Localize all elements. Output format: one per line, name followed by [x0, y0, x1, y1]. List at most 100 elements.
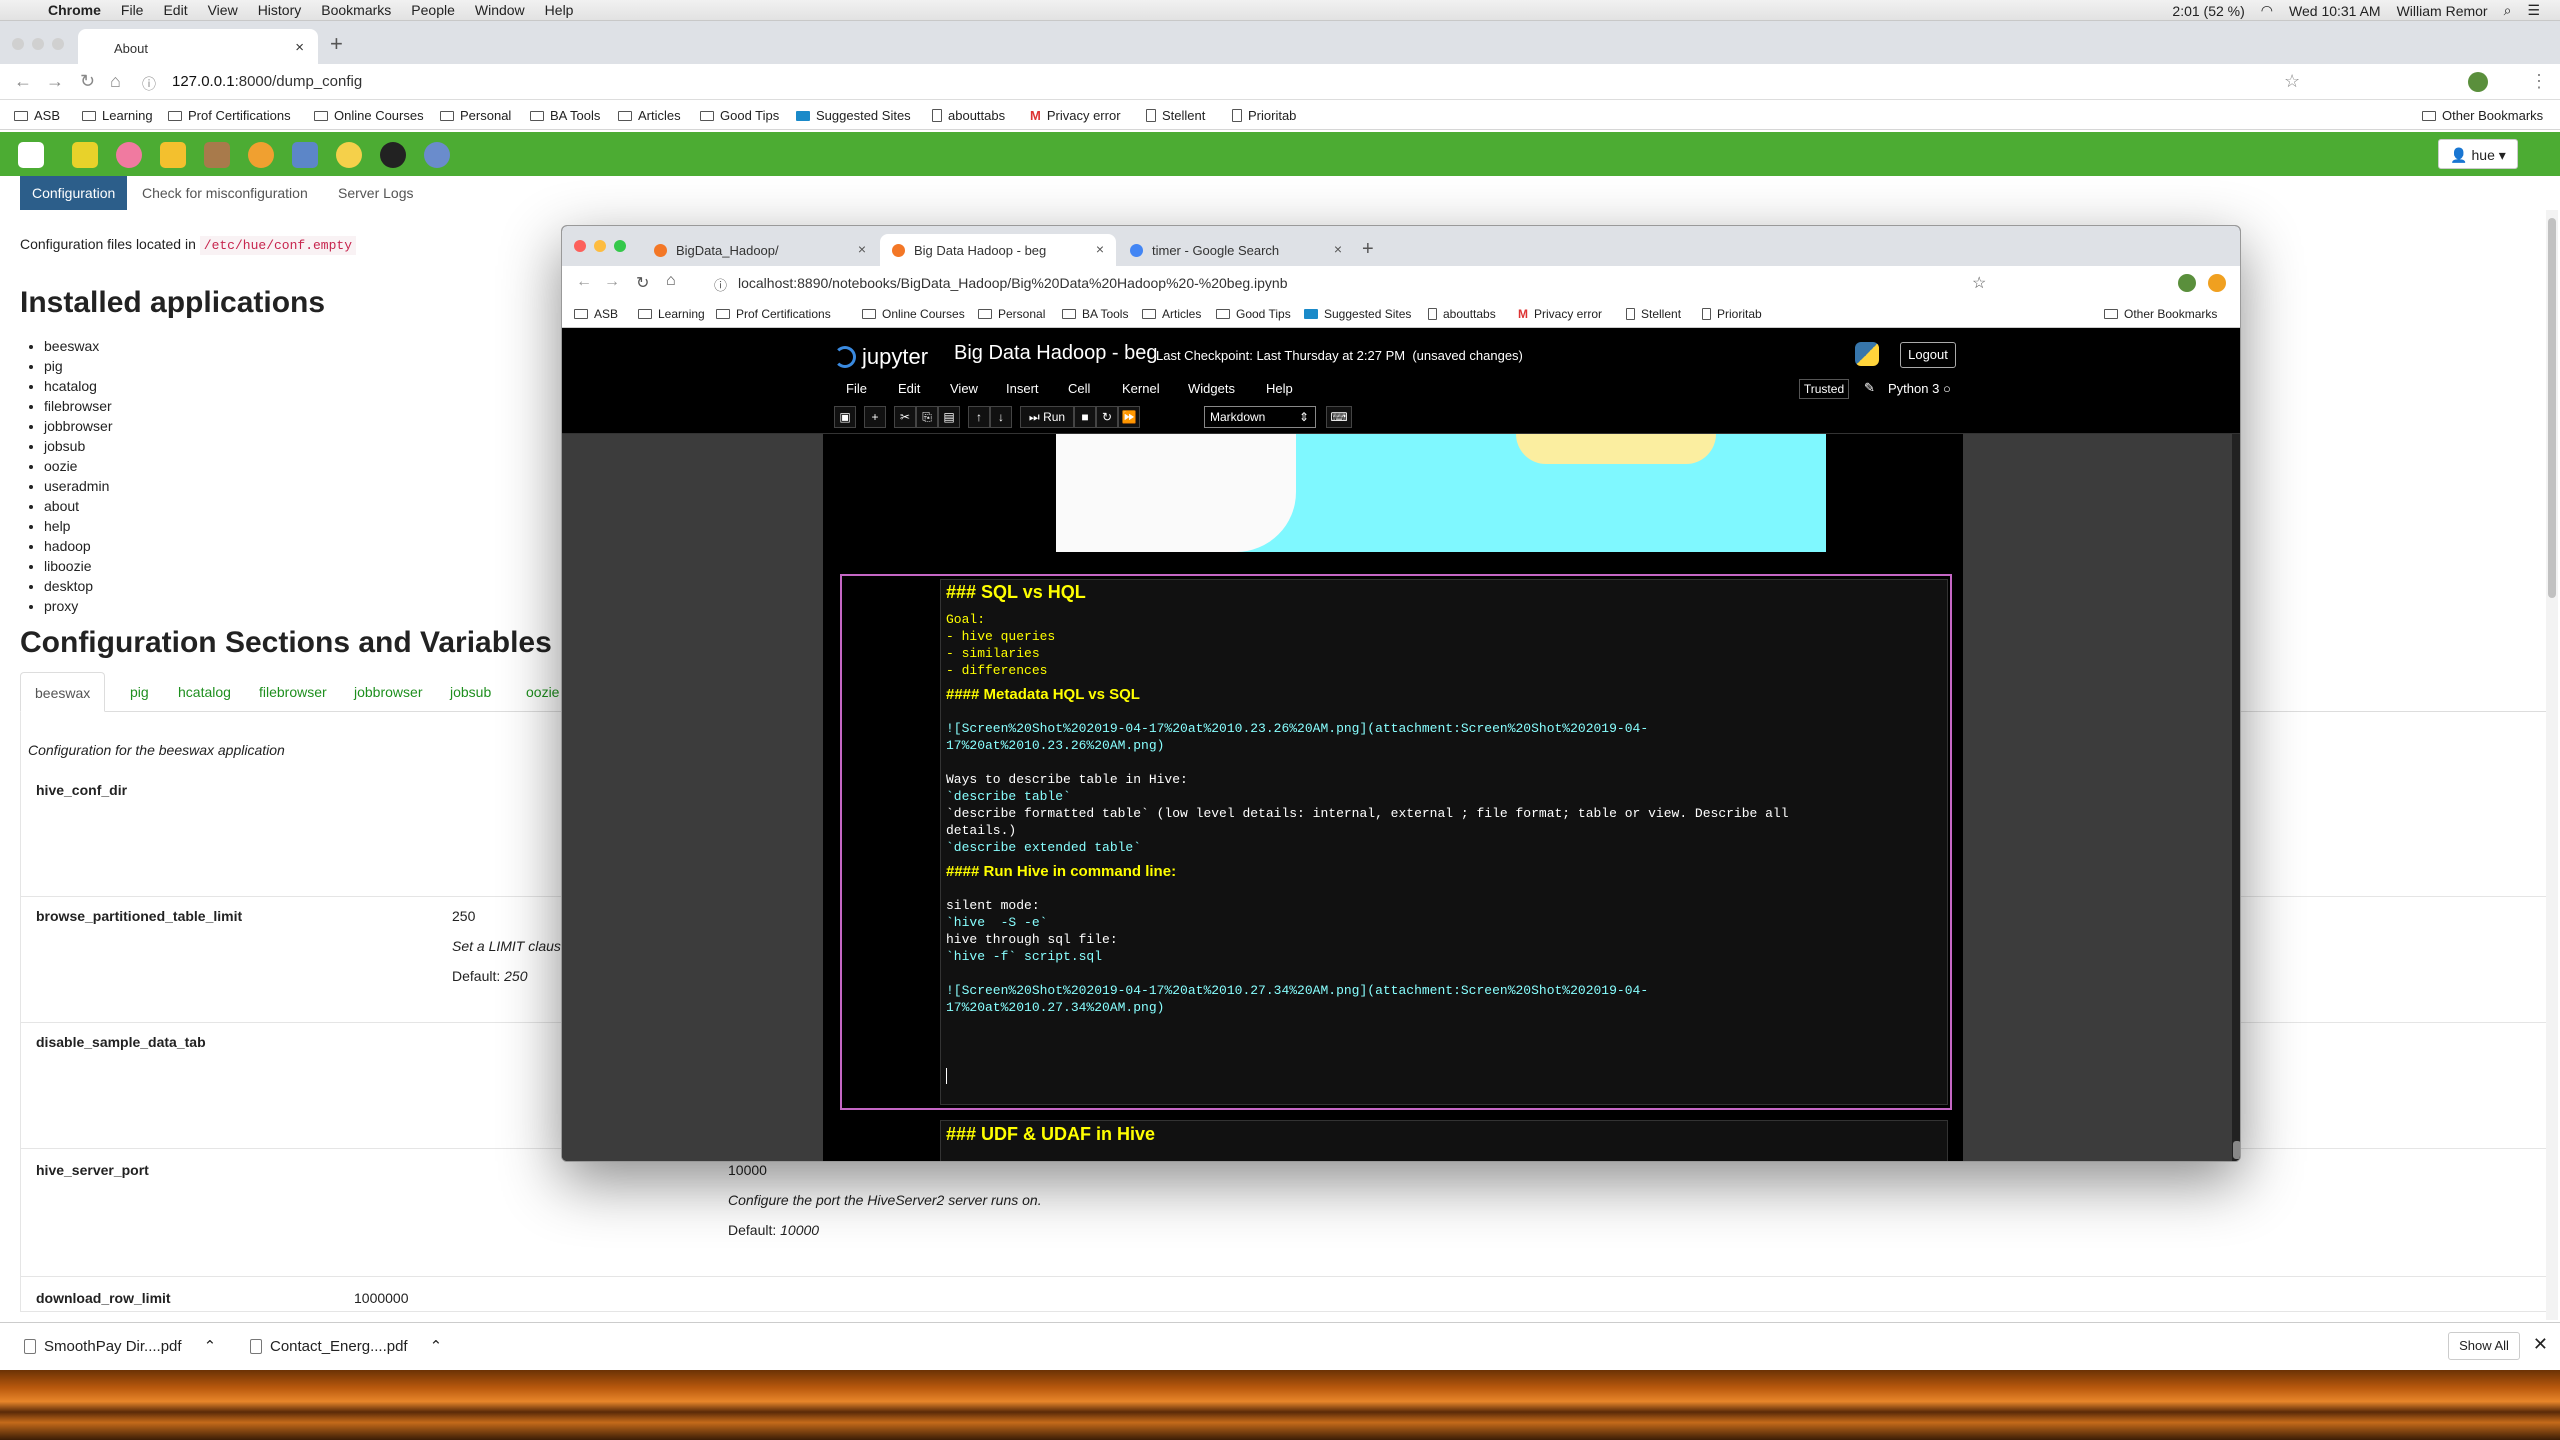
clock[interactable]: Wed 10:31 AM: [2289, 3, 2381, 19]
download-item[interactable]: SmoothPay Dir....pdf ⌃: [24, 1337, 216, 1355]
useradmin-icon[interactable]: [380, 142, 406, 168]
page-scrollbar[interactable]: [2546, 210, 2558, 1320]
download-item[interactable]: Contact_Energ....pdf ⌃: [250, 1337, 442, 1355]
jupyter-menu-widgets[interactable]: Widgets: [1188, 381, 1235, 396]
address-bar[interactable]: 127.0.0.1:8000/dump_config: [172, 73, 362, 90]
cut-icon[interactable]: ✂: [894, 406, 916, 428]
tab-hcatalog[interactable]: hcatalog: [164, 672, 245, 712]
info-icon[interactable]: ⓘ: [142, 74, 156, 94]
bookmark-item[interactable]: Stellent: [1626, 307, 1681, 321]
spotlight-search-icon[interactable]: ⌕: [2504, 2, 2512, 19]
restart-icon[interactable]: ↻: [1096, 406, 1118, 428]
paste-icon[interactable]: ▤: [938, 406, 960, 428]
bookmark-item[interactable]: abouttabs: [932, 108, 1005, 123]
close-tab-icon[interactable]: ×: [295, 39, 304, 56]
scrollbar-thumb[interactable]: [2233, 1141, 2240, 1159]
run-button[interactable]: ⏭ Run: [1020, 406, 1074, 428]
home-icon[interactable]: ⌂: [110, 71, 121, 92]
filebrowser-icon[interactable]: [204, 142, 230, 168]
bookmark-item[interactable]: M Privacy error: [1030, 108, 1121, 123]
jupyter-menu-file[interactable]: File: [846, 381, 867, 396]
bookmark-item[interactable]: Good Tips: [700, 108, 779, 123]
beeswax-icon[interactable]: [72, 142, 98, 168]
hue-home-icon[interactable]: [18, 142, 44, 168]
jupyter-menu-help[interactable]: Help: [1266, 381, 1293, 396]
menu-help[interactable]: Help: [545, 2, 574, 18]
bookmark-item[interactable]: Good Tips: [1216, 307, 1291, 321]
close-window-icon[interactable]: [574, 240, 586, 252]
menu-file[interactable]: File: [121, 2, 144, 18]
back-icon[interactable]: ←: [14, 71, 32, 92]
insert-cell-icon[interactable]: +: [864, 406, 886, 428]
pig-icon[interactable]: [116, 142, 142, 168]
tab-beeswax[interactable]: beeswax: [20, 672, 106, 712]
menu-app[interactable]: Chrome: [48, 2, 101, 18]
bookmark-item[interactable]: Articles: [1142, 307, 1201, 321]
close-tab-icon[interactable]: ×: [1096, 241, 1104, 257]
bookmark-item[interactable]: abouttabs: [1428, 307, 1496, 321]
hue-user-menu[interactable]: 👤 hue ▾: [2438, 139, 2518, 169]
menu-view[interactable]: View: [208, 2, 238, 18]
edit-pencil-icon[interactable]: ✎: [1864, 380, 1875, 396]
tab-server-logs[interactable]: Server Logs: [326, 176, 425, 210]
jupyter-menu-view[interactable]: View: [950, 381, 978, 396]
tab-check-misconfiguration[interactable]: Check for misconfiguration: [130, 176, 320, 210]
move-down-icon[interactable]: ↓: [990, 406, 1012, 428]
bookmark-item[interactable]: BA Tools: [530, 108, 600, 123]
notification-center-icon[interactable]: ☰: [2527, 2, 2540, 19]
bookmark-item[interactable]: Prioritab: [1232, 108, 1296, 123]
chevron-up-icon[interactable]: ⌃: [204, 1337, 217, 1355]
minimize-window-icon[interactable]: [32, 38, 44, 50]
inner-tab[interactable]: BigData_Hadoop/×: [642, 234, 878, 266]
menu-bookmarks[interactable]: Bookmarks: [321, 2, 391, 18]
bookmark-item[interactable]: Online Courses: [862, 307, 965, 321]
jupyter-menu-kernel[interactable]: Kernel: [1122, 381, 1160, 396]
bookmark-item[interactable]: Prof Certifications: [168, 108, 291, 123]
bookmark-item[interactable]: Online Courses: [314, 108, 424, 123]
close-window-icon[interactable]: [12, 38, 24, 50]
show-all-button[interactable]: Show All: [2448, 1332, 2520, 1360]
bookmark-item[interactable]: BA Tools: [1062, 307, 1128, 321]
menu-history[interactable]: History: [258, 2, 302, 18]
jupyter-menu-edit[interactable]: Edit: [898, 381, 920, 396]
profile-avatar[interactable]: [2468, 72, 2488, 92]
bookmark-item[interactable]: Suggested Sites: [1304, 307, 1411, 321]
save-icon[interactable]: ▣: [834, 406, 856, 428]
update-icon[interactable]: [2208, 274, 2226, 292]
info-icon[interactable]: ⓘ: [714, 275, 727, 294]
bookmark-item[interactable]: Learning: [638, 307, 705, 321]
scrollbar-thumb[interactable]: [2548, 218, 2556, 598]
other-bookmarks[interactable]: Other Bookmarks: [2104, 307, 2217, 321]
bookmark-item[interactable]: Articles: [618, 108, 681, 123]
bookmark-item[interactable]: Suggested Sites: [796, 108, 911, 123]
profile-avatar[interactable]: [2178, 274, 2196, 292]
new-tab-icon[interactable]: +: [1362, 238, 1374, 261]
jupyter-menu-insert[interactable]: Insert: [1006, 381, 1039, 396]
zoom-window-icon[interactable]: [52, 38, 64, 50]
cell-type-select[interactable]: Markdown ⇕: [1204, 406, 1316, 428]
back-icon[interactable]: ←: [576, 273, 592, 291]
user-name[interactable]: William Remor: [2397, 3, 2488, 19]
fast-forward-icon[interactable]: ⏩: [1118, 406, 1140, 428]
close-downloads-icon[interactable]: ✕: [2533, 1334, 2548, 1355]
trusted-indicator[interactable]: Trusted: [1799, 379, 1849, 399]
bookmark-item[interactable]: Personal: [440, 108, 511, 123]
move-up-icon[interactable]: ↑: [968, 406, 990, 428]
tab-jobsub[interactable]: jobsub: [436, 672, 505, 712]
home-icon[interactable]: ⌂: [666, 272, 676, 290]
zoom-window-icon[interactable]: [614, 240, 626, 252]
help-icon[interactable]: [424, 142, 450, 168]
keyboard-icon[interactable]: ⌨: [1326, 406, 1352, 428]
bookmark-item[interactable]: ASB: [574, 307, 618, 321]
menu-people[interactable]: People: [411, 2, 455, 18]
copy-icon[interactable]: ⎘: [916, 406, 938, 428]
bookmark-star-icon[interactable]: ☆: [2284, 71, 2300, 92]
bookmark-item[interactable]: Learning: [82, 108, 153, 123]
bookmark-item[interactable]: M Privacy error: [1518, 307, 1602, 321]
stop-icon[interactable]: ■: [1074, 406, 1096, 428]
inner-tab[interactable]: Big Data Hadoop - beg ×: [880, 234, 1116, 266]
menu-window[interactable]: Window: [475, 2, 525, 18]
forward-icon[interactable]: →: [46, 71, 64, 92]
chevron-up-icon[interactable]: ⌃: [430, 1337, 443, 1355]
battery-status[interactable]: 2:01 (52 %): [2172, 3, 2244, 19]
